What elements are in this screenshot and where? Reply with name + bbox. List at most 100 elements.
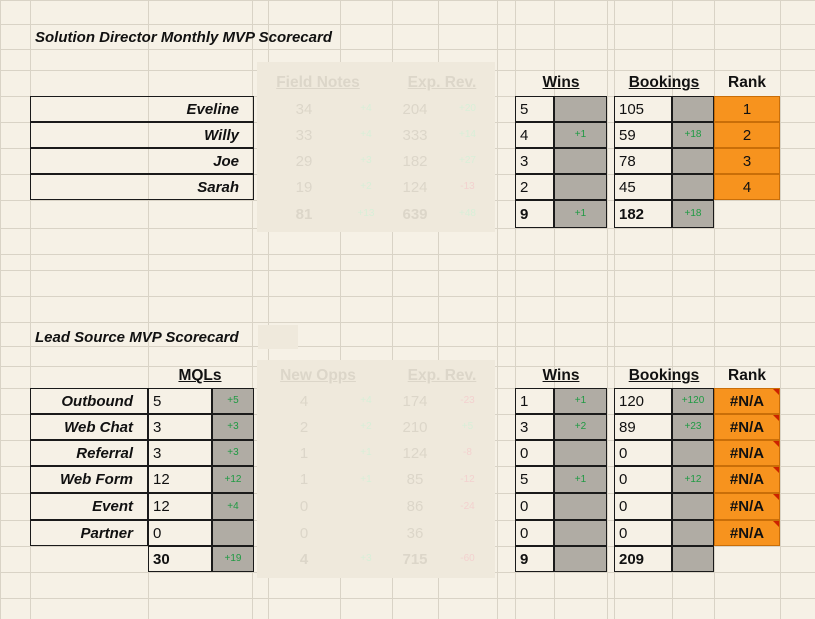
bookings-value[interactable]: 105 <box>614 96 672 122</box>
lead-source-name-cell[interactable]: Outbound <box>30 388 148 414</box>
new-opps-delta[interactable] <box>340 520 392 546</box>
exp-rev-value[interactable]: 204 <box>392 96 438 122</box>
wins-value[interactable]: 0 <box>515 520 554 546</box>
wins-value[interactable]: 5 <box>515 466 554 493</box>
total-bookings-2[interactable]: 209 <box>614 546 672 572</box>
bookings-delta[interactable] <box>672 520 714 546</box>
rank-value[interactable]: #N/A <box>714 388 780 414</box>
exp-rev-delta[interactable]: +14 <box>438 122 497 148</box>
wins-delta[interactable] <box>554 148 607 174</box>
bookings-value[interactable]: 0 <box>614 440 672 466</box>
mqls-value[interactable]: 12 <box>148 493 212 520</box>
exp-rev-delta[interactable]: -23 <box>438 388 497 414</box>
rank-value[interactable]: #N/A <box>714 414 780 440</box>
exp-rev-value[interactable]: 333 <box>392 122 438 148</box>
exp-rev-delta[interactable]: +27 <box>438 148 497 174</box>
mqls-delta[interactable]: +5 <box>212 388 254 414</box>
field-notes-value[interactable]: 19 <box>268 174 340 200</box>
exp-rev-value[interactable]: 36 <box>392 520 438 546</box>
bookings-delta[interactable]: +12 <box>672 466 714 493</box>
field-notes-delta[interactable]: +2 <box>340 174 392 200</box>
wins-delta[interactable]: +2 <box>554 414 607 440</box>
field-notes-value[interactable]: 29 <box>268 148 340 174</box>
wins-delta[interactable] <box>554 96 607 122</box>
new-opps-value[interactable]: 0 <box>268 493 340 520</box>
exp-rev-delta[interactable]: -24 <box>438 493 497 520</box>
wins-value[interactable]: 4 <box>515 122 554 148</box>
exp-rev-value[interactable]: 210 <box>392 414 438 440</box>
total-bookings[interactable]: 182 <box>614 200 672 228</box>
field-notes-delta[interactable]: +4 <box>340 96 392 122</box>
wins-delta[interactable] <box>554 440 607 466</box>
person-name-cell[interactable]: Eveline <box>30 96 254 122</box>
person-name-cell[interactable]: Joe <box>30 148 254 174</box>
wins-delta[interactable]: +1 <box>554 388 607 414</box>
mqls-delta[interactable]: +12 <box>212 466 254 493</box>
new-opps-value[interactable]: 2 <box>268 414 340 440</box>
wins-value[interactable]: 3 <box>515 414 554 440</box>
mqls-value[interactable]: 3 <box>148 414 212 440</box>
rank-value[interactable]: 2 <box>714 122 780 148</box>
exp-rev-delta[interactable] <box>438 520 497 546</box>
new-opps-value[interactable]: 1 <box>268 440 340 466</box>
exp-rev-delta[interactable]: +5 <box>438 414 497 440</box>
exp-rev-delta[interactable]: -8 <box>438 440 497 466</box>
lead-source-name-cell[interactable]: Web Form <box>30 466 148 493</box>
total-wins-2[interactable]: 9 <box>515 546 554 572</box>
bookings-delta[interactable] <box>672 493 714 520</box>
bookings-delta[interactable]: +23 <box>672 414 714 440</box>
new-opps-delta[interactable] <box>340 493 392 520</box>
new-opps-value[interactable]: 0 <box>268 520 340 546</box>
wins-value[interactable]: 3 <box>515 148 554 174</box>
wins-delta[interactable] <box>554 174 607 200</box>
bookings-delta[interactable] <box>672 440 714 466</box>
bookings-value[interactable]: 78 <box>614 148 672 174</box>
wins-value[interactable]: 5 <box>515 96 554 122</box>
bookings-value[interactable]: 0 <box>614 493 672 520</box>
rank-value[interactable]: #N/A <box>714 440 780 466</box>
bookings-delta[interactable] <box>672 148 714 174</box>
mqls-delta[interactable]: +3 <box>212 440 254 466</box>
bookings-value[interactable]: 120 <box>614 388 672 414</box>
exp-rev-delta[interactable]: +20 <box>438 96 497 122</box>
mqls-value[interactable]: 0 <box>148 520 212 546</box>
wins-delta[interactable]: +1 <box>554 122 607 148</box>
mqls-delta[interactable]: +3 <box>212 414 254 440</box>
mqls-value[interactable]: 5 <box>148 388 212 414</box>
wins-value[interactable]: 0 <box>515 440 554 466</box>
wins-value[interactable]: 0 <box>515 493 554 520</box>
bookings-value[interactable]: 0 <box>614 466 672 493</box>
total-mqls-delta[interactable]: +19 <box>212 546 254 572</box>
total-bookings-delta-2[interactable] <box>672 546 714 572</box>
bookings-value[interactable]: 45 <box>614 174 672 200</box>
new-opps-value[interactable]: 1 <box>268 466 340 493</box>
new-opps-delta[interactable]: +2 <box>340 414 392 440</box>
mqls-delta[interactable] <box>212 520 254 546</box>
wins-delta[interactable] <box>554 520 607 546</box>
bookings-delta[interactable]: +120 <box>672 388 714 414</box>
bookings-delta[interactable] <box>672 174 714 200</box>
bookings-value[interactable]: 0 <box>614 520 672 546</box>
exp-rev-value[interactable]: 124 <box>392 440 438 466</box>
lead-source-name-cell[interactable]: Referral <box>30 440 148 466</box>
field-notes-delta[interactable]: +4 <box>340 122 392 148</box>
lead-source-name-cell[interactable]: Partner <box>30 520 148 546</box>
bookings-value[interactable]: 59 <box>614 122 672 148</box>
mqls-delta[interactable]: +4 <box>212 493 254 520</box>
field-notes-value[interactable]: 33 <box>268 122 340 148</box>
exp-rev-value[interactable]: 174 <box>392 388 438 414</box>
rank-value[interactable]: 1 <box>714 96 780 122</box>
new-opps-delta[interactable]: +4 <box>340 388 392 414</box>
total-wins-delta-2[interactable] <box>554 546 607 572</box>
wins-value[interactable]: 2 <box>515 174 554 200</box>
rank-value[interactable]: #N/A <box>714 493 780 520</box>
new-opps-delta[interactable]: +1 <box>340 466 392 493</box>
exp-rev-value[interactable]: 85 <box>392 466 438 493</box>
rank-value[interactable]: 3 <box>714 148 780 174</box>
bookings-delta[interactable]: +18 <box>672 122 714 148</box>
field-notes-delta[interactable]: +3 <box>340 148 392 174</box>
new-opps-delta[interactable]: +1 <box>340 440 392 466</box>
exp-rev-value[interactable]: 182 <box>392 148 438 174</box>
total-wins[interactable]: 9 <box>515 200 554 228</box>
total-bookings-delta[interactable]: +18 <box>672 200 714 228</box>
